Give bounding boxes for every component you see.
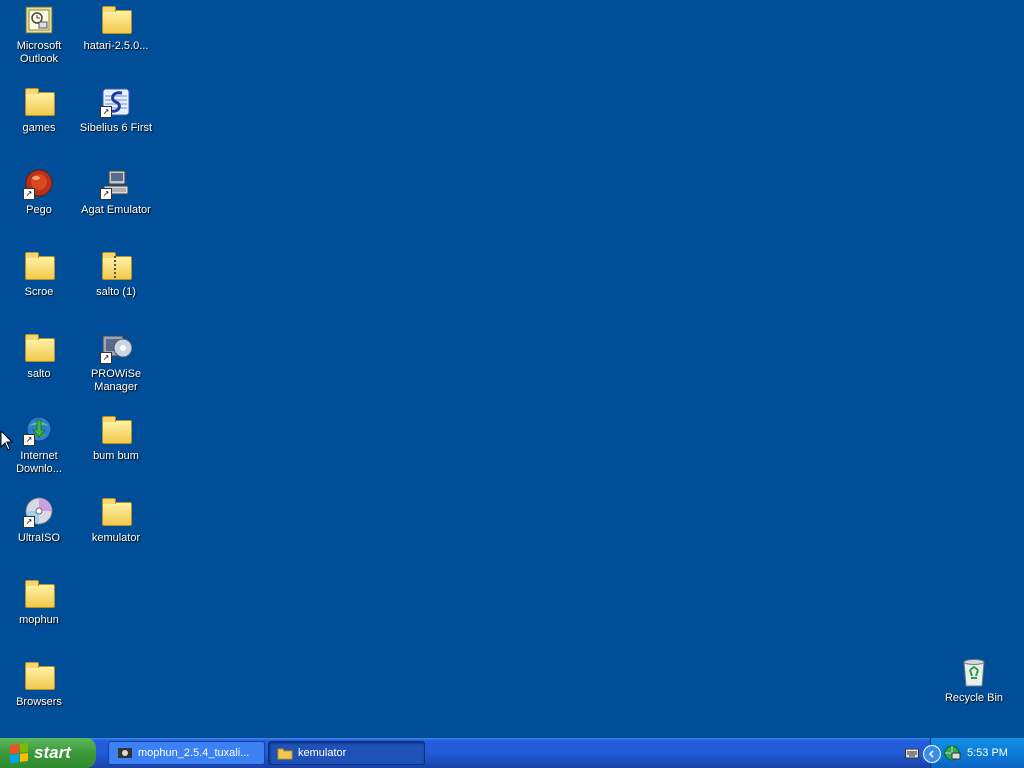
desktop-icon-sibelius[interactable]: ↗ Sibelius 6 First [78, 86, 154, 135]
chevron-left-icon[interactable] [923, 745, 941, 763]
folder-icon [23, 250, 55, 282]
desktop-icon-label: salto [27, 368, 51, 380]
disc-icon: ↗ [23, 496, 55, 528]
folder-icon [23, 332, 55, 364]
desktop-icon-label: hatari-2.5.0... [83, 40, 149, 52]
desktop-icon-label: PROWiSe Manager [90, 368, 142, 393]
desktop-icon-kemulator[interactable]: kemulator [78, 496, 154, 545]
start-label: start [34, 743, 71, 762]
clock[interactable]: 5:53 PM [967, 747, 1008, 759]
pego-icon: ↗ [23, 168, 55, 200]
folder-icon [23, 86, 55, 118]
desktop-icon-salto-1[interactable]: salto (1) [78, 250, 154, 299]
shortcut-arrow-icon: ↗ [100, 352, 112, 364]
desktop-icon-label: salto (1) [96, 286, 136, 298]
desktop-icon-microsoft-outlook[interactable]: Microsoft Outlook [1, 4, 77, 66]
shortcut-arrow-icon: ↗ [23, 516, 35, 528]
desktop-icon-label: games [22, 122, 56, 134]
start-button[interactable]: start [0, 738, 96, 768]
taskbar-button-kemulator[interactable]: kemulator [268, 741, 425, 765]
desktop-icon-mophun[interactable]: mophun [1, 578, 77, 627]
shortcut-arrow-icon: ↗ [100, 188, 112, 200]
desktop-icon-agat-emulator[interactable]: ↗ Agat Emulator [78, 168, 154, 217]
sibelius-icon: ↗ [100, 86, 132, 118]
folder-icon [100, 4, 132, 36]
desktop-icon-scroe[interactable]: Scroe [1, 250, 77, 299]
zip-folder-icon [100, 250, 132, 282]
taskbar-button-label: kemulator [298, 747, 347, 759]
desktop-icon-label: Recycle Bin [944, 692, 1004, 704]
desktop-icon-pego[interactable]: ↗ Pego [1, 168, 77, 217]
desktop-icon-prowise-manager[interactable]: ↗ PROWiSe Manager [78, 332, 154, 394]
desktop-icon-label: Sibelius 6 First [79, 122, 153, 134]
desktop-icon-label: kemulator [91, 532, 141, 544]
desktop-icon-games[interactable]: games [1, 86, 77, 135]
taskbar-button-mophun[interactable]: mophun_2.5.4_tuxali... [108, 741, 265, 765]
folder-icon [100, 496, 132, 528]
desktop-icon-bum-bum[interactable]: bum bum [78, 414, 154, 463]
keyboard-icon[interactable] [905, 746, 919, 759]
desktop-icon-label: Agat Emulator [81, 204, 151, 216]
taskbar: start mophun_2.5.4_tuxali... kemulator 5… [0, 738, 1024, 768]
folder-icon [100, 414, 132, 446]
windows-logo-icon [10, 743, 28, 763]
desktop-icon-salto[interactable]: salto [1, 332, 77, 381]
desktop-icon-browsers[interactable]: Browsers [1, 660, 77, 709]
folder-icon [277, 746, 293, 760]
taskbar-button-label: mophun_2.5.4_tuxali... [138, 747, 250, 759]
desktop[interactable]: Microsoft Outlook games ↗ Pego Scroe sal… [0, 0, 1024, 768]
folder-icon [23, 578, 55, 610]
desktop-icon-hatari[interactable]: hatari-2.5.0... [78, 4, 154, 53]
desktop-icon-label: mophun [19, 614, 59, 626]
app-icon [117, 746, 133, 760]
prowise-icon: ↗ [100, 332, 133, 364]
desktop-icon-label: Microsoft Outlook [16, 40, 62, 65]
desktop-icon-label: Internet Downlo... [16, 450, 62, 475]
desktop-icon-label: Pego [26, 204, 52, 216]
desktop-icon-label: bum bum [93, 450, 139, 462]
system-tray: 5:53 PM [923, 738, 1024, 768]
desktop-icon-ultraiso[interactable]: ↗ UltraISO [1, 496, 77, 545]
shortcut-arrow-icon: ↗ [23, 188, 35, 200]
shortcut-arrow-icon: ↗ [100, 106, 112, 118]
desktop-icon-label: Browsers [16, 696, 62, 708]
folder-icon [23, 660, 55, 692]
outlook-icon [23, 4, 55, 36]
desktop-icon-recycle-bin[interactable]: Recycle Bin [936, 656, 1012, 705]
recycle-bin-icon [958, 656, 990, 688]
shortcut-arrow-icon: ↗ [23, 434, 35, 446]
mouse-cursor-icon [0, 430, 14, 451]
desktop-icon-label: Scroe [24, 286, 54, 298]
internet-download-manager-icon: ↗ [23, 414, 55, 446]
network-icon[interactable] [943, 744, 961, 762]
desktop-icon-label: UltraISO [17, 532, 61, 544]
computer-icon: ↗ [100, 168, 132, 200]
